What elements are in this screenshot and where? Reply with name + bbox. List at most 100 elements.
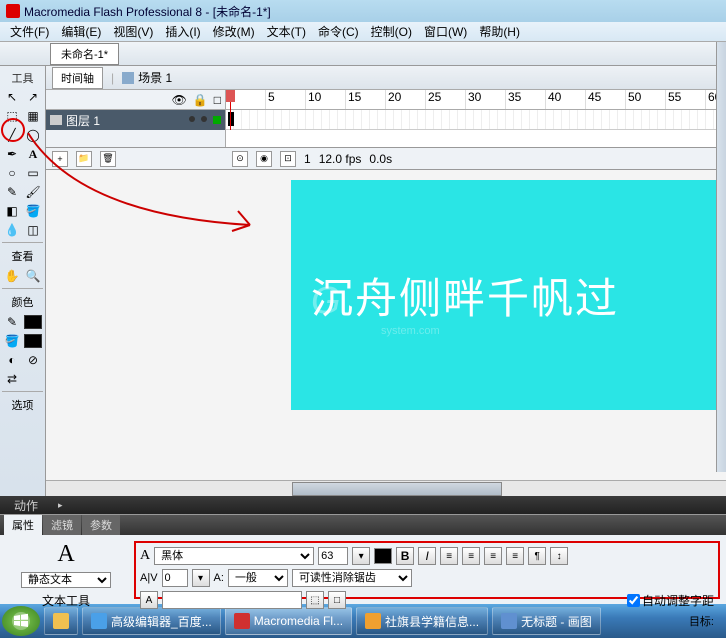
subselect-tool-icon[interactable]: ↗ xyxy=(23,88,43,106)
size-stepper[interactable]: ▾ xyxy=(352,547,370,565)
playhead[interactable] xyxy=(230,90,231,130)
doc-tab[interactable]: 未命名-1* xyxy=(50,43,119,65)
zoom-tool-icon[interactable]: 🔍 xyxy=(23,267,43,285)
fill-color-icon[interactable]: 🪣 xyxy=(2,332,22,350)
render-html-button[interactable]: ⬚ xyxy=(306,591,324,609)
menubar: 文件(F) 编辑(E) 视图(V) 插入(I) 修改(M) 文本(T) 命令(C… xyxy=(0,22,726,42)
font-properties-group: A 黑体 ▾ B I ≡ ≡ ≡ ≡ ¶ ↕ A|V ▾ A: 一般 可读性消 xyxy=(134,541,720,599)
scene-bar: 时间轴 | 场景 1 xyxy=(46,66,726,90)
actions-panel-header[interactable]: 动作 xyxy=(0,496,726,514)
menu-window[interactable]: 窗口(W) xyxy=(418,21,473,42)
menu-view[interactable]: 视图(V) xyxy=(107,21,159,42)
outline-icon[interactable]: □ xyxy=(214,93,221,107)
stage-area[interactable]: G system.com 沉舟侧畔千帆过 xyxy=(46,170,726,480)
pen-tool-icon[interactable]: ✒ xyxy=(2,145,22,163)
orientation-button[interactable]: ↕ xyxy=(550,547,568,565)
menu-file[interactable]: 文件(F) xyxy=(4,21,55,42)
paint-bucket-icon[interactable]: 🪣 xyxy=(23,202,43,220)
scene-icon xyxy=(122,72,134,84)
pencil-tool-icon[interactable]: ✎ xyxy=(2,183,22,201)
stroke-color-icon[interactable]: ✎ xyxy=(2,313,22,331)
gradient-transform-icon[interactable]: ▦ xyxy=(23,107,43,125)
font-family-select[interactable]: 黑体 xyxy=(154,547,314,565)
tab-params[interactable]: 参数 xyxy=(82,515,120,535)
italic-button[interactable]: I xyxy=(418,547,436,565)
tab-properties[interactable]: 属性 xyxy=(4,515,42,535)
timeline-toggle-button[interactable]: 时间轴 xyxy=(52,67,103,89)
stage-text[interactable]: 沉舟侧畔千帆过 xyxy=(311,265,619,326)
align-center-button[interactable]: ≡ xyxy=(462,547,480,565)
fill-swatch[interactable] xyxy=(23,332,43,350)
position-select[interactable]: 一般 xyxy=(228,569,288,587)
eraser-tool-icon[interactable]: ◫ xyxy=(23,221,43,239)
selectable-button[interactable]: A xyxy=(140,591,158,609)
tab-filters[interactable]: 滤镜 xyxy=(43,515,81,535)
task-folder[interactable] xyxy=(44,607,78,635)
align-justify-button[interactable]: ≡ xyxy=(506,547,524,565)
spacing-stepper[interactable]: ▾ xyxy=(192,569,210,587)
horizontal-scrollbar[interactable] xyxy=(46,480,726,496)
folder-icon xyxy=(53,613,69,629)
free-transform-icon[interactable]: ⬚ xyxy=(2,107,22,125)
noColor-icon[interactable]: ⊘ xyxy=(23,351,43,369)
options-label: 选项 xyxy=(2,395,43,415)
text-tool-icon[interactable]: A xyxy=(23,145,43,163)
rect-tool-icon[interactable]: ▭ xyxy=(23,164,43,182)
font-size-input[interactable] xyxy=(318,547,348,565)
border-button[interactable]: □ xyxy=(328,591,346,609)
antialias-select[interactable]: 可读性消除锯齿 xyxy=(292,569,412,587)
toolbox-title: 工具 xyxy=(2,68,43,88)
add-layer-button[interactable]: + xyxy=(52,151,68,167)
swap-colors-icon[interactable]: ⇄ xyxy=(2,370,22,388)
menu-text[interactable]: 文本(T) xyxy=(261,21,312,42)
letter-spacing-input[interactable] xyxy=(162,569,188,587)
menu-commands[interactable]: 命令(C) xyxy=(312,21,365,42)
paragraph-button[interactable]: ¶ xyxy=(528,547,546,565)
line-tool-icon[interactable]: ╱ xyxy=(2,126,22,144)
stroke-swatch[interactable] xyxy=(23,313,43,331)
window-titlebar: Macromedia Flash Professional 8 - [未命名-1… xyxy=(0,0,726,22)
bw-icon[interactable]: ◐ xyxy=(2,351,22,369)
auto-kern-checkbox[interactable]: 自动调整字距 xyxy=(627,592,714,609)
stage-canvas[interactable]: G system.com 沉舟侧畔千帆过 xyxy=(291,180,726,410)
onion-outline-button[interactable]: ◉ xyxy=(256,151,272,167)
window-title: Macromedia Flash Professional 8 - [未命名-1… xyxy=(24,3,271,20)
scene-tab[interactable]: 场景 1 xyxy=(122,69,172,86)
menu-control[interactable]: 控制(O) xyxy=(365,21,418,42)
eye-icon[interactable]: 👁 xyxy=(172,93,187,107)
hand-tool-icon[interactable]: ✋ xyxy=(2,267,22,285)
add-folder-button[interactable]: 📁 xyxy=(76,151,92,167)
current-frame: 1 xyxy=(304,152,311,166)
collapsed-panels[interactable] xyxy=(716,42,726,472)
menu-insert[interactable]: 插入(I) xyxy=(159,21,206,42)
layer-panel: 👁 🔒 □ 图层 1 xyxy=(46,90,226,147)
link-input[interactable] xyxy=(162,591,302,609)
actions-label: 动作 xyxy=(14,497,38,514)
menu-edit[interactable]: 编辑(E) xyxy=(55,21,107,42)
brush-tool-icon[interactable]: 🖌 xyxy=(23,183,43,201)
oval-tool-icon[interactable]: ○ xyxy=(2,164,22,182)
delete-layer-button[interactable]: 🗑 xyxy=(100,151,116,167)
selection-tool-icon[interactable]: ↖ xyxy=(2,88,22,106)
align-right-button[interactable]: ≡ xyxy=(484,547,502,565)
menu-help[interactable]: 帮助(H) xyxy=(473,21,526,42)
menu-modify[interactable]: 修改(M) xyxy=(207,21,261,42)
keyframe-icon[interactable] xyxy=(228,112,234,126)
tool-name-label: 文本工具 xyxy=(42,592,90,609)
align-left-button[interactable]: ≡ xyxy=(440,547,458,565)
edit-multi-button[interactable]: ⊡ xyxy=(280,151,296,167)
start-button[interactable] xyxy=(2,606,40,636)
frames-area[interactable]: 151015202530354045505560 xyxy=(226,90,726,147)
time-display: 0.0s xyxy=(369,152,392,166)
text-type-select[interactable]: 静态文本 xyxy=(21,572,111,588)
frame-row[interactable] xyxy=(226,110,726,130)
onion-skin-button[interactable]: ⊙ xyxy=(232,151,248,167)
eyedropper-icon[interactable]: 💧 xyxy=(2,221,22,239)
ink-bottle-icon[interactable]: ◧ xyxy=(2,202,22,220)
scrollbar-thumb[interactable] xyxy=(292,482,503,496)
bold-button[interactable]: B xyxy=(396,547,414,565)
lock-icon[interactable]: 🔒 xyxy=(193,93,208,107)
layer-row[interactable]: 图层 1 xyxy=(46,110,225,130)
watermark-sub: system.com xyxy=(381,325,440,337)
lasso-tool-icon[interactable]: ◯ xyxy=(23,126,43,144)
